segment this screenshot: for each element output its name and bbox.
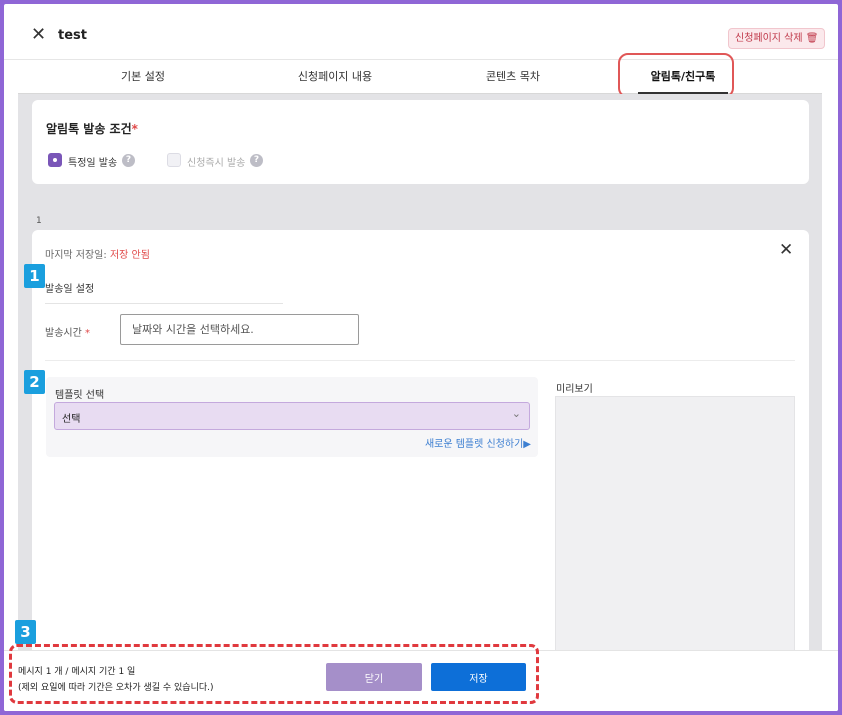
tab-content-index[interactable]: 콘텐츠 목차 <box>458 61 568 94</box>
send-time-label-text: 발송시간 <box>45 328 85 339</box>
step-badge-3: 3 <box>15 620 36 644</box>
tab-application-content[interactable]: 신청페이지 내용 <box>275 61 395 94</box>
required-mark: * <box>84 328 90 339</box>
message-index: 1 <box>36 216 42 226</box>
divider <box>45 360 795 361</box>
close-icon[interactable]: ✕ <box>31 26 46 44</box>
new-template-link[interactable]: 새로운 템플렛 신청하기▶ <box>425 435 531 450</box>
template-select[interactable]: 선택 ⌄ <box>54 402 530 430</box>
template-section: 템플릿 선택 선택 ⌄ 새로운 템플렛 신청하기▶ <box>46 377 538 457</box>
radio-specific-date[interactable] <box>48 153 62 167</box>
send-time-input[interactable] <box>120 314 359 345</box>
delete-page-button[interactable]: 신청페이지 삭제 🗑 <box>728 28 826 49</box>
step-badge-2: 2 <box>24 370 45 394</box>
send-condition-card: 알림톡 발송 조건* 특정일 발송 ? 신청즉시 발송 ? <box>32 100 809 184</box>
last-saved-value: 저장 안됨 <box>109 250 150 261</box>
template-select-label: 템플릿 선택 <box>55 390 105 401</box>
chevron-down-icon: ⌄ <box>511 407 521 420</box>
template-select-value: 선택 <box>62 414 81 425</box>
last-saved-status: 마지막 저장일: 저장 안됨 <box>45 246 150 261</box>
header: ✕ test 신청페이지 삭제 🗑 <box>4 4 838 60</box>
tab-basic-settings[interactable]: 기본 설정 <box>88 61 198 94</box>
content-area: 알림톡 발송 조건* 특정일 발송 ? 신청즉시 발송 ? 1 마지막 저장일:… <box>18 94 822 654</box>
required-mark: * <box>131 122 138 136</box>
help-icon[interactable]: ? <box>122 154 135 167</box>
option-immediate-label[interactable]: 신청즉시 발송 <box>187 154 245 169</box>
preview-panel <box>555 396 795 654</box>
close-icon[interactable]: ✕ <box>779 242 793 259</box>
window: ✕ test 신청페이지 삭제 🗑 기본 설정 신청페이지 내용 콘텐츠 목차 … <box>4 4 838 711</box>
page-title: test <box>58 28 87 43</box>
option-specific-date-label[interactable]: 특정일 발송 <box>68 154 117 169</box>
message-card: 마지막 저장일: 저장 안됨 ✕ 발송일 설정 발송시간 * 템플릿 선택 선택… <box>32 230 809 654</box>
send-condition-title-text: 알림톡 발송 조건 <box>46 122 132 136</box>
last-saved-label: 마지막 저장일: <box>45 250 110 261</box>
step-badge-1: 1 <box>24 264 45 288</box>
send-time-label: 발송시간 * <box>45 324 90 339</box>
radio-immediate[interactable] <box>167 153 181 167</box>
preview-label: 미리보기 <box>556 384 593 395</box>
send-condition-title: 알림톡 발송 조건* <box>46 120 138 137</box>
help-icon[interactable]: ? <box>250 154 263 167</box>
tab-highlight-annotation <box>618 53 734 98</box>
send-date-section-title: 발송일 설정 <box>45 280 283 304</box>
footer-highlight-annotation <box>9 644 539 704</box>
